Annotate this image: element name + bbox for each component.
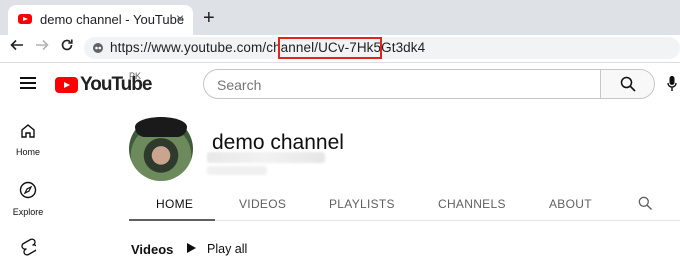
play-all-button[interactable]: Play all [207,242,247,256]
browser-tab[interactable]: demo channel - YouTube × [8,5,193,35]
tab-about[interactable]: ABOUT [549,197,592,211]
sidebar-item-home[interactable]: Home [0,123,56,157]
search-input[interactable] [203,69,600,99]
search-icon [620,76,636,92]
search-button[interactable] [600,69,655,99]
youtube-favicon-icon [18,14,32,24]
back-arrow-icon[interactable] [10,38,24,57]
forward-arrow-icon[interactable] [35,38,49,57]
sidebar-item-label: Explore [12,207,44,217]
section-title: Videos [131,242,174,257]
tab-home[interactable]: HOME [156,197,193,211]
channel-search-icon[interactable] [638,196,652,210]
avatar-hat-shape [135,117,187,137]
sidebar-item-explore[interactable]: Explore [0,181,56,217]
new-tab-button[interactable]: + [203,8,215,28]
youtube-logo-icon[interactable] [55,77,78,93]
sidebar-item-shorts[interactable] [0,238,56,261]
menu-icon[interactable] [20,77,36,89]
search-placeholder: Search [217,77,262,93]
tab-playlists[interactable]: PLAYLISTS [329,197,395,211]
home-icon [21,124,35,138]
reload-icon[interactable] [60,38,74,57]
tab-channels[interactable]: CHANNELS [438,197,506,211]
tab-close-icon[interactable]: × [176,10,184,26]
sidebar-item-label: Home [15,147,40,157]
channel-id-highlight-box [278,37,382,59]
compass-icon [19,181,37,199]
tab-videos[interactable]: VIDEOS [239,197,286,211]
play-icon[interactable] [187,243,196,253]
tab-title: demo channel - YouTube [40,12,185,27]
blurred-channel-handle [207,152,325,163]
region-code: PK [129,71,142,81]
active-tab-indicator [129,219,215,221]
shorts-icon [21,238,38,256]
blurred-subscriber-count [207,166,267,175]
microphone-icon[interactable] [667,76,677,92]
site-info-icon[interactable] [92,41,104,53]
